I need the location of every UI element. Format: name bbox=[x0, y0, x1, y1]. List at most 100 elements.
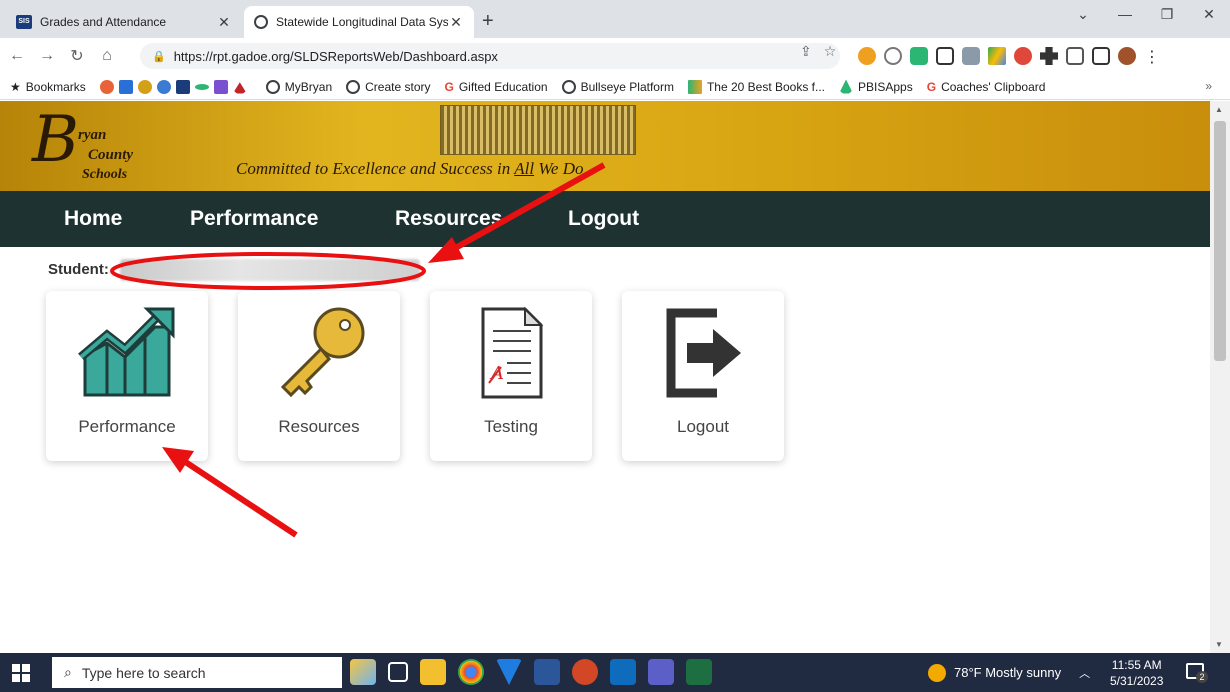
bookmark-icon[interactable] bbox=[232, 82, 247, 94]
star-icon[interactable]: ☆ bbox=[824, 43, 837, 60]
nav-logout[interactable]: Logout bbox=[568, 207, 639, 231]
extension-icon[interactable] bbox=[884, 47, 902, 65]
tab-search-icon[interactable]: ⌄ bbox=[1062, 6, 1104, 23]
menu-icon[interactable]: ⋮ bbox=[1144, 47, 1160, 66]
search-icon: ⌕ bbox=[64, 664, 72, 680]
extension-icon[interactable] bbox=[962, 47, 980, 65]
logout-card[interactable]: Logout bbox=[622, 291, 784, 461]
app-icon[interactable] bbox=[496, 659, 522, 685]
nav-resources[interactable]: Resources bbox=[395, 207, 502, 231]
bookmark-icon[interactable] bbox=[213, 79, 228, 94]
weather-text[interactable]: 78°F Mostly sunny bbox=[954, 665, 1061, 680]
tab-title: Statewide Longitudinal Data Syst bbox=[276, 15, 448, 29]
scrollbar-thumb[interactable] bbox=[1214, 121, 1226, 361]
logo-text: ryan bbox=[78, 127, 107, 143]
extension-icon[interactable] bbox=[1014, 47, 1032, 65]
nav-home[interactable]: Home bbox=[64, 207, 122, 231]
bookmark-icon[interactable] bbox=[137, 79, 152, 94]
drive-icon[interactable] bbox=[988, 47, 1006, 65]
testing-card[interactable]: A Testing bbox=[430, 291, 592, 461]
scroll-down-icon[interactable]: ▼ bbox=[1215, 640, 1223, 649]
performance-card[interactable]: Performance bbox=[46, 291, 208, 461]
star-icon: ★ bbox=[10, 79, 21, 94]
tab-grades-attendance[interactable]: SIS Grades and Attendance ✕ bbox=[6, 6, 242, 38]
bookmarks-folder[interactable]: ★ Bookmarks bbox=[10, 80, 86, 94]
logo-text: County bbox=[88, 147, 134, 163]
taskbar-search-input[interactable]: ⌕ Type here to search bbox=[52, 657, 342, 688]
close-window-button[interactable]: ✕ bbox=[1188, 6, 1230, 23]
outlook-icon[interactable] bbox=[610, 659, 636, 685]
logout-icon bbox=[666, 308, 741, 398]
clock-time: 11:55 AM bbox=[1111, 658, 1162, 672]
teams-icon[interactable] bbox=[648, 659, 674, 685]
card-label: Performance bbox=[78, 417, 176, 436]
powerpoint-icon[interactable] bbox=[572, 659, 598, 685]
bookmark-label: Bullseye Platform bbox=[580, 79, 674, 94]
extensions: ⋮ bbox=[858, 47, 1160, 66]
google-icon: G bbox=[926, 79, 937, 94]
weather-icon[interactable] bbox=[928, 663, 946, 682]
bookmark-coaches-clipboard[interactable]: G Coaches' Clipboard bbox=[927, 80, 1046, 94]
bookmark-label: MyBryan bbox=[284, 79, 333, 94]
taskbar-clock[interactable]: 11:55 AM 5/31/2023 bbox=[1110, 657, 1163, 689]
bookmark-pbisapps[interactable]: PBISApps bbox=[839, 79, 913, 94]
close-icon[interactable]: ✕ bbox=[216, 14, 232, 31]
new-tab-button[interactable]: + bbox=[482, 10, 494, 33]
bookmark-label: The 20 Best Books f... bbox=[706, 79, 826, 94]
chart-growth-icon bbox=[78, 307, 175, 397]
card-label: Testing bbox=[484, 417, 538, 436]
task-view-icon[interactable] bbox=[388, 662, 408, 682]
bookmark-best-books[interactable]: The 20 Best Books f... bbox=[687, 79, 826, 94]
share-icon[interactable]: ⇪ bbox=[800, 43, 812, 60]
bookmark-icon bbox=[687, 79, 702, 94]
extension-icon[interactable] bbox=[858, 47, 876, 65]
close-icon[interactable]: ✕ bbox=[448, 14, 464, 31]
tab-slds[interactable]: Statewide Longitudinal Data Syst ✕ bbox=[244, 6, 474, 38]
tagline-text: Committed to Excellence and Success in bbox=[236, 159, 515, 178]
card-label: Logout bbox=[677, 417, 729, 436]
restore-button[interactable]: ❐ bbox=[1146, 6, 1188, 23]
home-icon[interactable]: ⌂ bbox=[94, 47, 120, 65]
chevron-up-icon[interactable]: ︿ bbox=[1079, 665, 1090, 681]
puzzle-icon[interactable] bbox=[1040, 47, 1058, 65]
reload-icon[interactable]: ↻ bbox=[64, 46, 90, 66]
bookmark-create-story[interactable]: Create story bbox=[346, 79, 431, 94]
windows-start-icon[interactable] bbox=[12, 664, 30, 682]
system-tray: 78°F Mostly sunny ︿ bbox=[928, 653, 1090, 692]
web-page: B ryan County Schools Committed to Excel… bbox=[0, 101, 1210, 653]
notification-icon[interactable]: 2 bbox=[1186, 663, 1208, 683]
nav-performance[interactable]: Performance bbox=[190, 207, 318, 231]
main-nav: Home Performance Resources Logout bbox=[0, 191, 1210, 247]
extension-icon[interactable] bbox=[936, 47, 954, 65]
avatar[interactable] bbox=[1118, 47, 1136, 65]
bookmark-bullseye[interactable]: Bullseye Platform bbox=[561, 79, 674, 94]
globe-icon bbox=[254, 15, 268, 29]
bookmark-icon[interactable] bbox=[99, 79, 114, 94]
scroll-up-icon[interactable]: ▲ bbox=[1215, 105, 1223, 114]
cast-icon[interactable] bbox=[1066, 47, 1084, 65]
extension-icon[interactable] bbox=[910, 47, 928, 65]
word-icon[interactable] bbox=[534, 659, 560, 685]
forward-icon[interactable]: → bbox=[34, 47, 60, 65]
minimize-button[interactable]: — bbox=[1104, 6, 1146, 23]
sidepanel-icon[interactable] bbox=[1092, 47, 1110, 65]
sis-icon[interactable] bbox=[175, 79, 190, 94]
bookmark-icon[interactable] bbox=[156, 79, 171, 94]
bookmark-gifted-education[interactable]: G Gifted Education bbox=[445, 80, 548, 94]
bookmark-icon[interactable] bbox=[118, 79, 133, 94]
chrome-icon[interactable] bbox=[458, 659, 484, 685]
bookmark-label: PBISApps bbox=[858, 79, 913, 94]
bookmarks-overflow-button[interactable]: » bbox=[1205, 79, 1212, 93]
page-scrollbar[interactable]: ▲ ▼ bbox=[1210, 101, 1230, 653]
sis-icon: SIS bbox=[16, 15, 32, 29]
google-icon: G bbox=[444, 79, 454, 94]
file-explorer-icon[interactable] bbox=[420, 659, 446, 685]
bookmark-icon[interactable] bbox=[194, 83, 209, 90]
window-controls: ⌄ — ❐ ✕ bbox=[1062, 6, 1230, 23]
resources-card[interactable]: Resources bbox=[238, 291, 400, 461]
widget-icon[interactable] bbox=[350, 659, 376, 685]
back-icon[interactable]: ← bbox=[4, 47, 30, 65]
bookmark-mybryan[interactable]: MyBryan bbox=[265, 79, 333, 94]
address-bar[interactable]: 🔒 https://rpt.gadoe.org/SLDSReportsWeb/D… bbox=[140, 43, 840, 69]
excel-icon[interactable] bbox=[686, 659, 712, 685]
